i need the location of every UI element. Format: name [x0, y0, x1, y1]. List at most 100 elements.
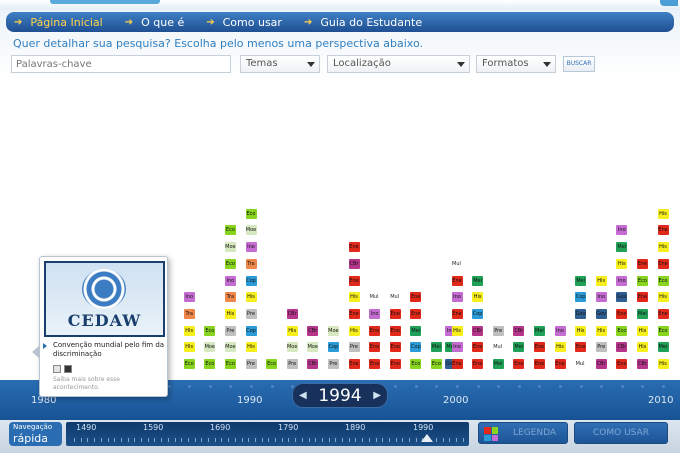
timeline-event[interactable]: Mul	[493, 344, 502, 350]
timeline-event[interactable]: Eco	[657, 275, 669, 286]
timeline-event[interactable]: Moe	[327, 325, 339, 336]
timeline-event[interactable]: His	[245, 342, 257, 353]
timeline-event[interactable]: Ene	[657, 308, 669, 319]
timeline-event[interactable]: Mul	[390, 294, 399, 300]
timeline-event[interactable]: Pre	[286, 359, 298, 369]
timeline-event[interactable]: Tra	[224, 292, 236, 303]
timeline-event[interactable]: CBr	[513, 325, 525, 336]
timeline-event[interactable]: His	[451, 325, 463, 336]
timeline-event[interactable]: His	[245, 292, 257, 303]
timeline-event[interactable]: Gov	[616, 292, 628, 303]
timeline-event[interactable]: Mei	[636, 308, 648, 319]
timeline-event[interactable]: Ene	[616, 308, 628, 319]
timeline-event[interactable]: Eco	[636, 275, 648, 286]
timeline-event[interactable]: Ene	[616, 359, 628, 369]
timeline-event[interactable]: Ino	[616, 275, 628, 286]
timeline-event[interactable]: His	[348, 292, 360, 303]
timeline-event[interactable]: Ene	[657, 258, 669, 269]
timeline-event[interactable]: Pre	[245, 359, 257, 369]
timeline-event[interactable]: Eco	[183, 359, 195, 369]
timeline-event[interactable]: Cop	[410, 342, 422, 353]
timeline-event[interactable]: Pre	[492, 325, 504, 336]
timeline-event[interactable]: Eco	[204, 325, 216, 336]
timeline-event[interactable]: Eco	[245, 208, 257, 219]
timeline-event[interactable]: His	[636, 325, 648, 336]
timeline-event[interactable]: Ene	[636, 258, 648, 269]
timeline-event[interactable]: Ene	[369, 342, 381, 353]
timeline-event[interactable]: His	[657, 359, 669, 369]
timeline-event[interactable]: Ene	[533, 359, 545, 369]
timeline-event[interactable]: Mei	[492, 359, 504, 369]
timeline-event[interactable]: Cop	[327, 342, 339, 353]
timeline-event[interactable]: His	[472, 292, 484, 303]
timeline-event[interactable]: Mei	[472, 275, 484, 286]
timeline-event[interactable]: Ene	[636, 292, 648, 303]
nav-pagina-inicial[interactable]: ➔ Página Inicial	[14, 16, 103, 29]
timeline-event[interactable]: Gov	[595, 308, 607, 319]
event-title[interactable]: Convenção mundial pelo fim da discrimina…	[53, 341, 165, 359]
timeline-event[interactable]: Ene	[472, 342, 484, 353]
timeline-event[interactable]: CBr	[307, 325, 319, 336]
timeline-event[interactable]: Pre	[327, 359, 339, 369]
timeline-event[interactable]: Ene	[533, 342, 545, 353]
timeline-event[interactable]: Eco	[224, 225, 236, 236]
timeline-event[interactable]: His	[657, 292, 669, 303]
timeline-event[interactable]: His	[554, 342, 566, 353]
timeline-event[interactable]: Mei	[430, 342, 442, 353]
timeline-event[interactable]: His	[657, 208, 669, 219]
timeline-event[interactable]: Mul	[452, 261, 461, 267]
timeline-event[interactable]: Eco	[224, 359, 236, 369]
timeline-event[interactable]: Ene	[369, 325, 381, 336]
timeline-event[interactable]: Eco	[266, 359, 278, 369]
timeline-event[interactable]: CBr	[636, 359, 648, 369]
timeline-event[interactable]: Mei	[575, 275, 587, 286]
timeline-event[interactable]: Cop	[245, 275, 257, 286]
timeline-event[interactable]: Ene	[451, 308, 463, 319]
nav-guia-do-estudante[interactable]: ➔ Guia do Estudante	[304, 16, 422, 29]
timeline-event[interactable]: His	[595, 275, 607, 286]
timeline-event[interactable]: His	[183, 325, 195, 336]
timeline-event[interactable]: Moe	[204, 342, 216, 353]
timeline-event[interactable]: Moe	[307, 342, 319, 353]
temas-select[interactable]: Temas	[240, 55, 320, 73]
event-image[interactable]: CEDAW	[44, 261, 165, 337]
timeline-event[interactable]: His	[575, 325, 587, 336]
timeline-event[interactable]: CBr	[595, 359, 607, 369]
timeline-event[interactable]: Ino	[451, 292, 463, 303]
timeline-event[interactable]: Eco	[224, 258, 236, 269]
timeline-event[interactable]: Ino	[451, 342, 463, 353]
timeline-event[interactable]: CBr	[348, 258, 360, 269]
timeline-event[interactable]: Ene	[472, 359, 484, 369]
formatos-select[interactable]: Formatos	[476, 55, 556, 73]
timeline-event[interactable]: Pre	[245, 308, 257, 319]
timeline-event[interactable]: Ene	[451, 359, 463, 369]
timeline-event[interactable]: Ino	[183, 292, 195, 303]
nav-o-que-e[interactable]: ➔ O que é	[125, 16, 185, 29]
timeline-event[interactable]: Ene	[410, 292, 422, 303]
timeline-event[interactable]: Mul	[370, 294, 379, 300]
timeline-event[interactable]: Ino	[224, 275, 236, 286]
timeline-event[interactable]: Pre	[595, 342, 607, 353]
timeline-event[interactable]: Pre	[224, 325, 236, 336]
timeline-event[interactable]: Ene	[348, 275, 360, 286]
timeline-event[interactable]: Tra	[245, 258, 257, 269]
current-year-control[interactable]: ◀ 1994 ▶	[292, 383, 388, 408]
timeline-event[interactable]: Ene	[389, 308, 401, 319]
timeline-event[interactable]: Ene	[554, 359, 566, 369]
legenda-button[interactable]: LEGENDA	[478, 422, 568, 444]
timeline-event[interactable]: Eco	[657, 325, 669, 336]
timeline-event[interactable]: CBr	[472, 325, 484, 336]
timeline-event[interactable]: Ene	[389, 342, 401, 353]
timeline-event[interactable]: Cop	[472, 308, 484, 319]
localizacao-select[interactable]: Localização	[327, 55, 470, 73]
timeline-event[interactable]: His	[348, 325, 360, 336]
timeline-event[interactable]: Ene	[575, 342, 587, 353]
timeline-event[interactable]: Pre	[348, 342, 360, 353]
timeline-event[interactable]: His	[595, 325, 607, 336]
timeline-event[interactable]: Ene	[513, 359, 525, 369]
timeline-event[interactable]: Ene	[348, 308, 360, 319]
timeline-event[interactable]: Gov	[575, 308, 587, 319]
timeline-event[interactable]: Ino	[616, 225, 628, 236]
document-icon[interactable]	[53, 365, 61, 373]
timeline-event[interactable]: Ene	[389, 359, 401, 369]
